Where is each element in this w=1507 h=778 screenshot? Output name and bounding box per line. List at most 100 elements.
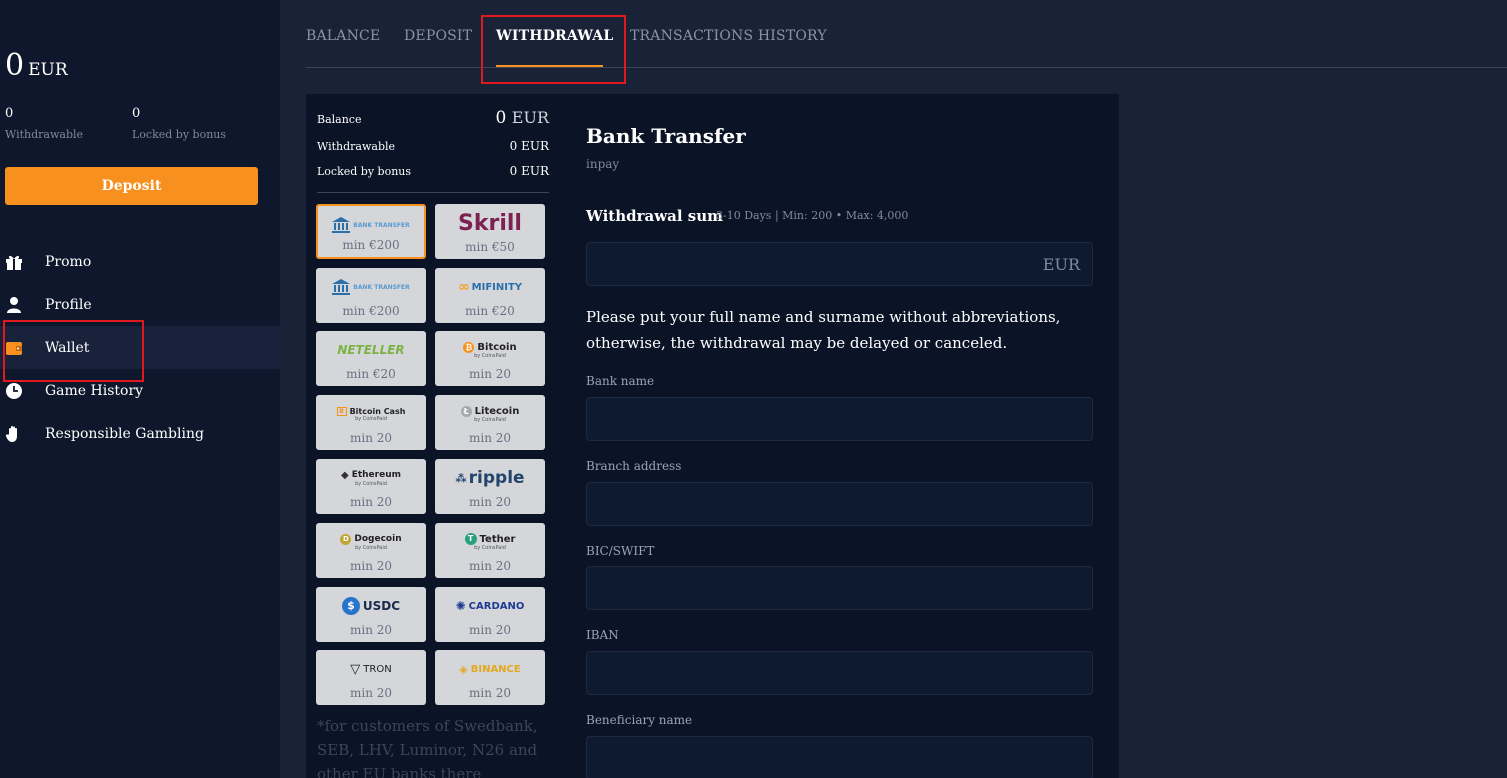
nav-item-responsible-gambling[interactable]: Responsible Gambling: [0, 412, 280, 455]
bitcoin-cash-logo: B Bitcoin Cash by CoinsPaid: [316, 401, 426, 427]
method-bank-transfer-2[interactable]: BANK TRANSFER min €200: [316, 268, 426, 323]
method-bitcoin[interactable]: ₿ Bitcoin by CoinsPaid min 20: [435, 331, 545, 386]
method-name: Dogecoin: [354, 534, 402, 544]
method-min: min €20: [465, 304, 515, 318]
mifinity-logo: ∞ MIFINITY: [435, 274, 545, 300]
coinspaid-badge: by CoinsPaid: [474, 416, 506, 423]
provider-name: inpay: [586, 157, 620, 171]
method-min: min 20: [468, 495, 512, 509]
deposit-button[interactable]: Deposit: [5, 167, 258, 205]
coinspaid-badge: by CoinsPaid: [474, 352, 506, 359]
method-bitcoin-cash[interactable]: B Bitcoin Cash by CoinsPaid min 20: [316, 395, 426, 450]
nav-label: Responsible Gambling: [45, 425, 204, 442]
method-min: min 20: [349, 431, 393, 445]
method-ethereum[interactable]: ◆ Ethereum by CoinsPaid min 20: [316, 459, 426, 514]
litecoin-icon: Ł: [460, 405, 472, 417]
method-litecoin[interactable]: Ł Litecoin by CoinsPaid min 20: [435, 395, 545, 450]
tab-withdrawal[interactable]: WITHDRAWAL: [496, 28, 613, 44]
branch-address-input[interactable]: [586, 482, 1093, 526]
iban-input[interactable]: [586, 651, 1093, 695]
method-min: min €200: [342, 238, 400, 252]
usdc-logo: $ USDC: [316, 593, 426, 619]
nav-item-game-history[interactable]: Game History: [0, 369, 280, 412]
balance-currency: EUR: [28, 60, 68, 80]
withdrawable-value: 0: [5, 106, 14, 121]
locked-value: 0: [132, 106, 141, 121]
withdrawal-sum-info: 3-10 Days | Min: 200 • Max: 4,000: [716, 209, 909, 222]
bic-swift-input[interactable]: [586, 566, 1093, 610]
tab-balance[interactable]: BALANCE: [306, 28, 380, 44]
gift-icon: [5, 253, 23, 271]
bank-name-input[interactable]: [586, 397, 1093, 441]
method-min: min 20: [349, 623, 393, 637]
nav-item-profile[interactable]: Profile: [0, 283, 280, 326]
highlight-box: [481, 15, 626, 84]
binance-icon: ◈: [459, 662, 468, 676]
summary-divider: [317, 192, 549, 193]
user-icon: [5, 296, 23, 314]
withdrawal-sum-label: Withdrawal sum: [586, 207, 723, 225]
summary-value: 0: [495, 108, 507, 128]
method-bank-transfer[interactable]: BANK TRANSFER min €200: [316, 204, 426, 259]
tab-deposit[interactable]: DEPOSIT: [404, 28, 472, 44]
iban-label: IBAN: [586, 628, 619, 642]
cardano-icon: ✺: [455, 599, 466, 613]
summary-withdrawable-row: Withdrawable 0 EUR: [317, 139, 549, 153]
method-neteller[interactable]: NETELLER min €20: [316, 331, 426, 386]
method-ripple[interactable]: ⁂ ripple min 20: [435, 459, 545, 514]
method-min: min €50: [465, 240, 515, 254]
summary-locked-row: Locked by bonus 0 EUR: [317, 164, 549, 178]
method-usdc[interactable]: $ USDC min 20: [316, 587, 426, 642]
method-min: min 20: [468, 559, 512, 573]
bitcoin-logo: ₿ Bitcoin by CoinsPaid: [435, 337, 545, 363]
method-tron[interactable]: ▽ TRON min 20: [316, 650, 426, 705]
branch-address-label: Branch address: [586, 459, 682, 473]
summary-label: Withdrawable: [317, 140, 396, 153]
method-binance[interactable]: ◈ BINANCE min 20: [435, 650, 545, 705]
method-min: min 20: [468, 686, 512, 700]
method-cardano[interactable]: ✺ CARDANO min 20: [435, 587, 545, 642]
method-min: min 20: [349, 686, 393, 700]
beneficiary-name-input[interactable]: [586, 736, 1093, 778]
coinspaid-badge: by CoinsPaid: [355, 415, 387, 422]
method-name: Bitcoin Cash: [349, 406, 406, 416]
method-mifinity[interactable]: ∞ MIFINITY min €20: [435, 268, 545, 323]
method-name: BANK TRANSFER: [353, 283, 410, 291]
withdrawal-sum-input[interactable]: EUR: [586, 242, 1093, 286]
method-name: ripple: [468, 468, 525, 488]
method-tether[interactable]: T Tether by CoinsPaid min 20: [435, 523, 545, 578]
method-name: TRON: [363, 663, 392, 675]
method-name: MIFINITY: [471, 281, 523, 293]
method-name: BINANCE: [470, 663, 521, 675]
nav-item-promo[interactable]: Promo: [0, 240, 280, 283]
summary-currency: EUR: [511, 108, 549, 127]
ethereum-logo: ◆ Ethereum by CoinsPaid: [316, 465, 426, 491]
method-min: min 20: [468, 623, 512, 637]
method-min: min €20: [346, 367, 396, 381]
bank-transfer-logo: BANK TRANSFER: [318, 212, 424, 238]
balance-value: 0: [5, 48, 25, 83]
coinspaid-badge: by CoinsPaid: [355, 544, 387, 551]
skrill-logo: Skrill: [458, 210, 522, 236]
nav-item-wallet[interactable]: Wallet: [0, 326, 280, 369]
summary-balance-row: Balance 0 EUR: [317, 108, 549, 128]
bank-transfer-logo: BANK TRANSFER: [316, 274, 426, 300]
bank-footnote: *for customers of Swedbank, SEB, LHV, Lu…: [317, 717, 538, 778]
infinity-icon: ∞: [457, 279, 470, 295]
method-dogecoin[interactable]: D Dogecoin by CoinsPaid min 20: [316, 523, 426, 578]
summary-value: 0 EUR: [509, 164, 549, 178]
binance-logo: ◈ BINANCE: [435, 656, 545, 682]
coinspaid-badge: by CoinsPaid: [355, 480, 387, 487]
method-min: min 20: [468, 431, 512, 445]
summary-label: Locked by bonus: [317, 165, 412, 178]
litecoin-logo: Ł Litecoin by CoinsPaid: [435, 401, 545, 427]
coinspaid-badge: by CoinsPaid: [474, 545, 506, 551]
method-skrill[interactable]: Skrill min €50: [435, 204, 545, 259]
bitcoin-cash-icon: B: [336, 406, 347, 416]
tether-logo: T Tether by CoinsPaid: [435, 529, 545, 555]
tab-transactions-history[interactable]: TRANSACTIONS HISTORY: [630, 28, 827, 44]
nav-label: Promo: [45, 253, 92, 270]
form-title: Bank Transfer: [586, 124, 746, 148]
bitcoin-icon: ₿: [463, 341, 475, 353]
withdrawable-label: Withdrawable: [5, 128, 84, 141]
